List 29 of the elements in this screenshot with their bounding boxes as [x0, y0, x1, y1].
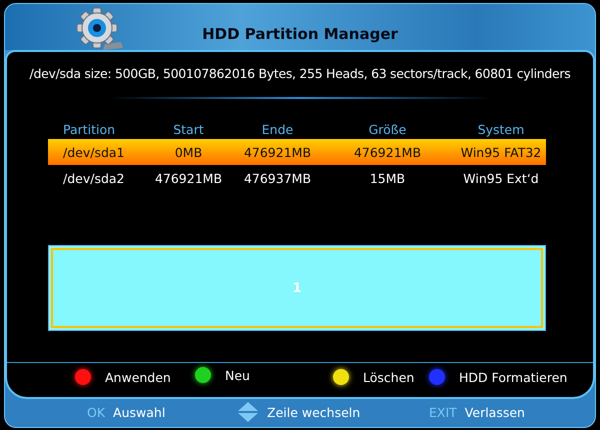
table-cell-text: Win95 Ext‘d: [462, 170, 540, 186]
table-cell-text: Win95 FAT32: [460, 144, 542, 160]
hint-label: Verlassen: [464, 404, 525, 420]
column-header: Partition: [62, 122, 116, 136]
table-cell-text: 476921MB: [352, 144, 422, 160]
color-key-label: Neu: [225, 368, 250, 382]
table-cell-text: 476921MB: [242, 144, 312, 160]
remote-key-label: EXIT: [429, 404, 457, 420]
column-header: Start: [172, 122, 205, 136]
table-cell-text: /dev/sda2: [62, 170, 126, 186]
table-cell-text: 0MB: [174, 144, 204, 160]
table-cell-text: 15MB: [368, 170, 406, 186]
column-header: System: [476, 122, 526, 136]
hint-label: Auswahl: [113, 404, 166, 420]
table-cell-text: 476937MB: [242, 170, 312, 186]
column-header: Ende: [260, 122, 294, 136]
up-down-icon: [237, 401, 259, 423]
color-key-label: HDD Formatieren: [459, 370, 568, 384]
table-cell-text: 476921MB: [154, 170, 224, 186]
remote-key-label: OK: [87, 404, 106, 420]
partition-row[interactable]: /dev/sda2 476921MB 476937MB 15MB Win95 Ext‘d: [48, 165, 546, 191]
window-title: HDD Partition Manager: [202, 25, 398, 43]
table-cell-text: /dev/sda1: [62, 144, 126, 160]
partition-row[interactable]: /dev/sda1 0MB 476921MB 476921MB Win95 FAT32: [48, 139, 546, 165]
color-key-label: Löschen: [363, 370, 414, 384]
hint-label: Zeile wechseln: [267, 404, 360, 420]
disk-info-text: /dev/sda size: 500GB, 500107862016 Bytes, 255 Heads, 63 sectors/track, 60801 cylinders: [28, 65, 572, 81]
column-header: Größe: [368, 122, 408, 136]
color-key-label: Anwenden: [105, 370, 171, 384]
